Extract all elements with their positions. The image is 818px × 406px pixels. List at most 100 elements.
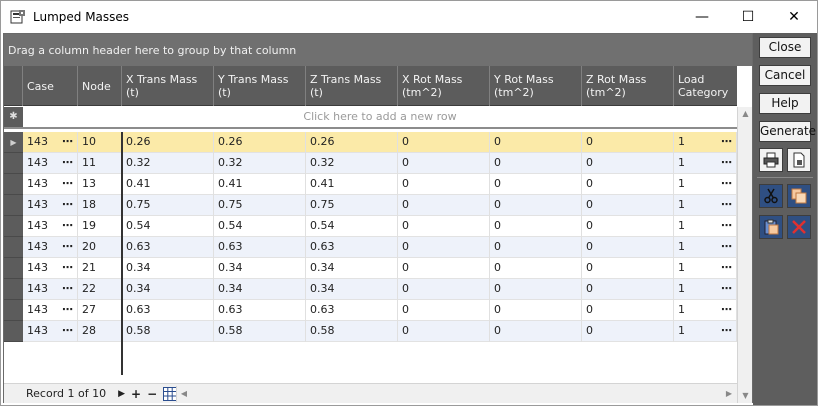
cell-ztm[interactable]: 0.63 bbox=[306, 237, 398, 258]
column-header-case[interactable]: Case bbox=[23, 66, 78, 106]
cell-case[interactable]: 143 ⋯ bbox=[23, 216, 78, 237]
cell-xrm[interactable]: 0 bbox=[398, 237, 490, 258]
table-row[interactable]: ▶ 143 ⋯ 10 0.26 0.26 0.26 0 0 0 1 ⋯ bbox=[4, 132, 737, 153]
generate-button[interactable]: Generate bbox=[759, 121, 816, 142]
cell-lc[interactable]: 1 ⋯ bbox=[674, 195, 737, 216]
column-header-node[interactable]: Node bbox=[78, 66, 122, 106]
cell-yrm[interactable]: 0 bbox=[490, 300, 582, 321]
cell-xtm[interactable]: 0.54 bbox=[122, 216, 214, 237]
column-header-z-trans-mass[interactable]: Z Trans Mass (t) bbox=[306, 66, 398, 106]
cell-case[interactable]: 143 ⋯ bbox=[23, 195, 78, 216]
scroll-right-icon[interactable]: ▶ bbox=[722, 386, 736, 402]
cell-lc[interactable]: 1 ⋯ bbox=[674, 300, 737, 321]
ellipsis-button-icon[interactable]: ⋯ bbox=[62, 132, 73, 152]
cell-ytm[interactable]: 0.32 bbox=[214, 153, 306, 174]
cell-lc[interactable]: 1 ⋯ bbox=[674, 321, 737, 342]
cell-node[interactable]: 19 bbox=[78, 216, 122, 237]
cell-yrm[interactable]: 0 bbox=[490, 216, 582, 237]
ellipsis-button-icon[interactable]: ⋯ bbox=[62, 300, 73, 320]
cell-ztm[interactable]: 0.32 bbox=[306, 153, 398, 174]
table-row[interactable]: 143 ⋯ 11 0.32 0.32 0.32 0 0 0 1 ⋯ bbox=[4, 153, 737, 174]
cell-xtm[interactable]: 0.75 bbox=[122, 195, 214, 216]
cell-xrm[interactable]: 0 bbox=[398, 132, 490, 153]
cell-ytm[interactable]: 0.34 bbox=[214, 258, 306, 279]
cell-xrm[interactable]: 0 bbox=[398, 195, 490, 216]
horizontal-scrollbar[interactable]: ◀ ▶ bbox=[176, 386, 736, 402]
ellipsis-button-icon[interactable]: ⋯ bbox=[721, 237, 732, 257]
ellipsis-button-icon[interactable]: ⋯ bbox=[62, 174, 73, 194]
cell-ztm[interactable]: 0.34 bbox=[306, 258, 398, 279]
cell-xrm[interactable]: 0 bbox=[398, 216, 490, 237]
cell-yrm[interactable]: 0 bbox=[490, 237, 582, 258]
maximize-button[interactable]: ☐ bbox=[725, 1, 771, 32]
cell-yrm[interactable]: 0 bbox=[490, 132, 582, 153]
paste-button[interactable] bbox=[759, 215, 783, 239]
cell-xrm[interactable]: 0 bbox=[398, 153, 490, 174]
column-header-x-trans-mass[interactable]: X Trans Mass (t) bbox=[122, 66, 214, 106]
cell-yrm[interactable]: 0 bbox=[490, 174, 582, 195]
table-row[interactable]: 143 ⋯ 22 0.34 0.34 0.34 0 0 0 1 ⋯ bbox=[4, 279, 737, 300]
cell-lc[interactable]: 1 ⋯ bbox=[674, 153, 737, 174]
row-selector[interactable] bbox=[4, 300, 23, 321]
row-selector[interactable] bbox=[4, 279, 23, 300]
cell-lc[interactable]: 1 ⋯ bbox=[674, 237, 737, 258]
cell-xrm[interactable]: 0 bbox=[398, 300, 490, 321]
table-row[interactable]: 143 ⋯ 13 0.41 0.41 0.41 0 0 0 1 ⋯ bbox=[4, 174, 737, 195]
ellipsis-button-icon[interactable]: ⋯ bbox=[62, 279, 73, 299]
column-header-load-category[interactable]: Load Category bbox=[674, 66, 737, 106]
cell-ztm[interactable]: 0.26 bbox=[306, 132, 398, 153]
cell-zrm[interactable]: 0 bbox=[582, 321, 674, 342]
cell-zrm[interactable]: 0 bbox=[582, 216, 674, 237]
cell-zrm[interactable]: 0 bbox=[582, 300, 674, 321]
cell-node[interactable]: 28 bbox=[78, 321, 122, 342]
cell-node[interactable]: 11 bbox=[78, 153, 122, 174]
export-button[interactable] bbox=[787, 148, 811, 172]
group-panel[interactable]: Drag a column header here to group by th… bbox=[4, 34, 752, 66]
cell-xtm[interactable]: 0.63 bbox=[122, 300, 214, 321]
cell-yrm[interactable]: 0 bbox=[490, 153, 582, 174]
cell-ztm[interactable]: 0.75 bbox=[306, 195, 398, 216]
row-selector[interactable] bbox=[4, 153, 23, 174]
row-selector[interactable] bbox=[4, 237, 23, 258]
ellipsis-button-icon[interactable]: ⋯ bbox=[721, 132, 732, 152]
cell-node[interactable]: 22 bbox=[78, 279, 122, 300]
ellipsis-button-icon[interactable]: ⋯ bbox=[62, 237, 73, 257]
ellipsis-button-icon[interactable]: ⋯ bbox=[721, 258, 732, 278]
ellipsis-button-icon[interactable]: ⋯ bbox=[721, 216, 732, 236]
ellipsis-button-icon[interactable]: ⋯ bbox=[62, 153, 73, 173]
remove-record-button[interactable]: − bbox=[147, 387, 157, 401]
ellipsis-button-icon[interactable]: ⋯ bbox=[721, 153, 732, 173]
cell-case[interactable]: 143 ⋯ bbox=[23, 174, 78, 195]
cell-zrm[interactable]: 0 bbox=[582, 279, 674, 300]
cell-node[interactable]: 20 bbox=[78, 237, 122, 258]
cell-xtm[interactable]: 0.63 bbox=[122, 237, 214, 258]
scroll-up-icon[interactable]: ▲ bbox=[738, 107, 753, 121]
ellipsis-button-icon[interactable]: ⋯ bbox=[62, 321, 73, 341]
cell-xrm[interactable]: 0 bbox=[398, 321, 490, 342]
cancel-button[interactable]: Cancel bbox=[759, 65, 811, 86]
cell-node[interactable]: 27 bbox=[78, 300, 122, 321]
current-row-indicator-icon[interactable]: ▶ bbox=[4, 132, 23, 153]
cell-lc[interactable]: 1 ⋯ bbox=[674, 216, 737, 237]
row-selector[interactable] bbox=[4, 195, 23, 216]
cell-yrm[interactable]: 0 bbox=[490, 279, 582, 300]
cell-zrm[interactable]: 0 bbox=[582, 174, 674, 195]
help-button[interactable]: Help bbox=[759, 93, 811, 114]
cell-ytm[interactable]: 0.63 bbox=[214, 237, 306, 258]
cell-xrm[interactable]: 0 bbox=[398, 258, 490, 279]
column-header-z-rot-mass[interactable]: Z Rot Mass (tm^2) bbox=[582, 66, 674, 106]
table-row[interactable]: 143 ⋯ 28 0.58 0.58 0.58 0 0 0 1 ⋯ bbox=[4, 321, 737, 342]
print-button[interactable] bbox=[759, 148, 783, 172]
ellipsis-button-icon[interactable]: ⋯ bbox=[721, 300, 732, 320]
row-selector[interactable] bbox=[4, 321, 23, 342]
row-selector[interactable] bbox=[4, 174, 23, 195]
ellipsis-button-icon[interactable]: ⋯ bbox=[62, 258, 73, 278]
scroll-left-icon[interactable]: ◀ bbox=[177, 386, 191, 402]
column-header-y-rot-mass[interactable]: Y Rot Mass (tm^2) bbox=[490, 66, 582, 106]
cut-button[interactable] bbox=[759, 184, 783, 208]
cell-case[interactable]: 143 ⋯ bbox=[23, 132, 78, 153]
cell-case[interactable]: 143 ⋯ bbox=[23, 321, 78, 342]
close-window-button[interactable]: ✕ bbox=[771, 1, 817, 32]
ellipsis-button-icon[interactable]: ⋯ bbox=[721, 195, 732, 215]
cell-ytm[interactable]: 0.34 bbox=[214, 279, 306, 300]
